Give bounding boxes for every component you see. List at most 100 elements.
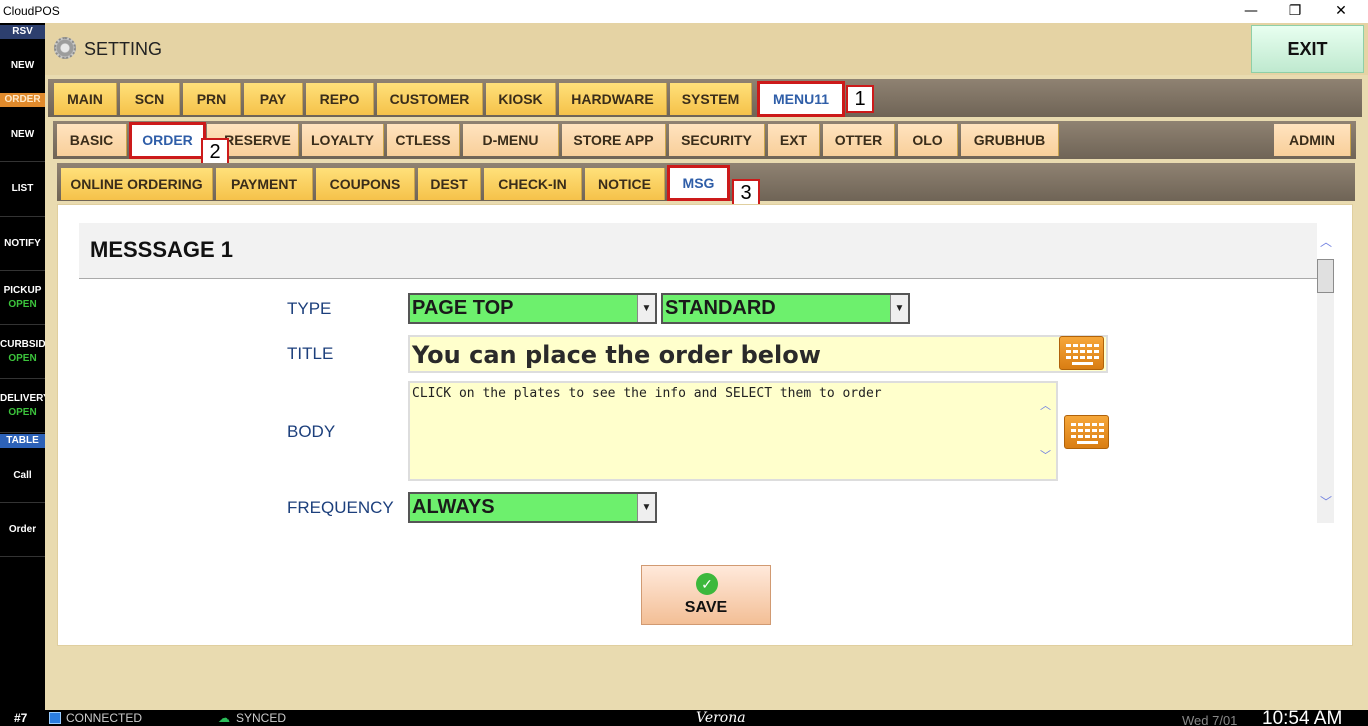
scroll-down-icon[interactable]: ﹀	[1318, 495, 1334, 509]
sidebar-item-label: Order	[8, 524, 37, 535]
tab-main[interactable]: MAIN	[54, 83, 117, 115]
scrollbar-track[interactable]	[1317, 260, 1334, 523]
tab-msg[interactable]: MSG	[667, 165, 730, 201]
sidebar-item-curbside[interactable]: CURBSID OPEN	[0, 325, 45, 379]
tab-ctless[interactable]: CTLESS	[387, 124, 460, 156]
tab-otter[interactable]: OTTER	[823, 124, 895, 156]
title-input[interactable]: You can place the order below	[408, 335, 1108, 373]
sidebar-item-label: Call	[13, 470, 32, 481]
sidebar-item-label: LIST	[11, 183, 34, 194]
network-icon	[49, 712, 61, 724]
sidebar-item-status: OPEN	[8, 407, 37, 418]
minimize-icon[interactable]: —	[1241, 2, 1261, 20]
style-select[interactable]: STANDARD ▼	[661, 293, 910, 324]
save-label: SAVE	[684, 599, 728, 616]
main-area: SETTING EXIT MAIN SCN PRN PAY REPO CUSTO…	[45, 23, 1368, 710]
save-button[interactable]: ✓ SAVE	[641, 565, 771, 625]
date-display: Wed 7/01	[1182, 713, 1238, 726]
checkmark-icon: ✓	[696, 573, 718, 595]
sidebar-item-order[interactable]: Order	[0, 503, 45, 557]
tab-menu11[interactable]: MENU11	[757, 81, 845, 117]
sidebar-item-label: NEW	[10, 60, 35, 71]
sidebar-item-order-new[interactable]: NEW	[0, 108, 45, 162]
sidebar-item-delivery[interactable]: DELIVERY OPEN	[0, 379, 45, 433]
body-label: BODY	[287, 422, 336, 441]
tab-loyalty[interactable]: LOYALTY	[302, 124, 384, 156]
tab-row-primary: MAIN SCN PRN PAY REPO CUSTOMER KIOSK HAR…	[48, 79, 1362, 117]
sidebar-item-call[interactable]: Call	[0, 449, 45, 503]
type-select[interactable]: PAGE TOP ▼	[408, 293, 657, 324]
sidebar-item-label: NEW	[10, 129, 35, 140]
setting-header: SETTING EXIT	[45, 23, 1368, 75]
app-title: CloudPOS	[3, 4, 60, 18]
frequency-select-value: ALWAYS	[412, 496, 495, 518]
tab-payment[interactable]: PAYMENT	[216, 168, 313, 200]
title-input-value: You can place the order below	[412, 341, 821, 369]
callout-3: 3	[732, 179, 760, 207]
tab-order[interactable]: ORDER	[129, 122, 206, 159]
tab-store-app[interactable]: STORE APP	[562, 124, 666, 156]
tab-kiosk[interactable]: KIOSK	[486, 83, 556, 115]
tab-ext[interactable]: EXT	[768, 124, 820, 156]
connection-status: CONNECTED	[66, 711, 143, 725]
title-label: TITLE	[287, 344, 334, 363]
tab-basic[interactable]: BASIC	[57, 124, 127, 156]
tab-repo[interactable]: REPO	[306, 83, 374, 115]
chevron-down-icon: ▼	[890, 295, 908, 322]
sync-status: SYNCED	[236, 711, 287, 725]
tab-check-in[interactable]: CHECK-IN	[484, 168, 582, 200]
keyboard-icon[interactable]	[1059, 336, 1104, 370]
sidebar-header-order: ORDER	[0, 93, 45, 107]
restore-icon[interactable]: ❐	[1285, 2, 1305, 20]
sidebar-header-table: TABLE	[0, 434, 45, 448]
tab-notice[interactable]: NOTICE	[585, 168, 665, 200]
sidebar-item-status: OPEN	[8, 353, 37, 364]
tab-coupons[interactable]: COUPONS	[316, 168, 415, 200]
body-textarea[interactable]: CLICK on the plates to see the info and …	[408, 381, 1058, 481]
tab-grubhub[interactable]: GRUBHUB	[961, 124, 1059, 156]
tab-olo[interactable]: OLO	[898, 124, 958, 156]
callout-2: 2	[201, 138, 229, 166]
callout-1: 1	[846, 85, 874, 113]
exit-button[interactable]: EXIT	[1251, 25, 1364, 73]
tab-hardware[interactable]: HARDWARE	[559, 83, 667, 115]
scroll-up-icon[interactable]: ︿	[1318, 235, 1334, 249]
tab-row-tertiary: ONLINE ORDERING PAYMENT COUPONS DEST CHE…	[57, 163, 1355, 207]
cloud-icon: ☁	[218, 711, 230, 725]
sidebar-item-notify[interactable]: NOTIFY	[0, 217, 45, 271]
sidebar: RSV NEW ORDER NEW LIST NOTIFY PICKUP OPE…	[0, 23, 45, 710]
chevron-up-icon[interactable]: ︿	[1040, 397, 1051, 413]
close-icon[interactable]: ✕	[1331, 2, 1351, 20]
tab-security[interactable]: SECURITY	[669, 124, 765, 156]
sidebar-item-pickup[interactable]: PICKUP OPEN	[0, 271, 45, 325]
scrollbar-thumb[interactable]	[1317, 259, 1334, 293]
tab-scn[interactable]: SCN	[120, 83, 180, 115]
tab-dest[interactable]: DEST	[418, 168, 481, 200]
sidebar-item-label: NOTIFY	[4, 238, 41, 249]
chevron-down-icon: ▼	[637, 494, 655, 521]
sidebar-item-status: OPEN	[8, 299, 37, 310]
tab-system[interactable]: SYSTEM	[670, 83, 752, 115]
tab-pay[interactable]: PAY	[244, 83, 303, 115]
keyboard-icon[interactable]	[1064, 415, 1109, 449]
type-select-value: PAGE TOP	[412, 297, 514, 319]
style-select-value: STANDARD	[665, 297, 776, 319]
type-label: TYPE	[287, 299, 332, 318]
gear-icon	[54, 37, 76, 59]
section-header: MESSSAGE 1	[79, 223, 1317, 279]
tab-customer[interactable]: CUSTOMER	[377, 83, 483, 115]
tab-d-menu[interactable]: D-MENU	[463, 124, 559, 156]
tab-admin[interactable]: ADMIN	[1274, 124, 1351, 156]
app-window: CloudPOS — ❐ ✕ RSV NEW ORDER NEW LIST NO…	[0, 0, 1368, 726]
sidebar-item-rsv-new[interactable]: NEW	[0, 40, 45, 94]
store-name: Verona	[696, 710, 746, 726]
frequency-label: FREQUENCY	[287, 498, 394, 517]
sidebar-item-label: CURBSID	[0, 339, 45, 350]
tab-row-secondary: BASIC ORDER RESERVE LOYALTY CTLESS D-MEN…	[53, 121, 1356, 166]
tab-online-ordering[interactable]: ONLINE ORDERING	[61, 168, 213, 200]
chevron-down-icon[interactable]: ﹀	[1040, 447, 1051, 463]
tab-prn[interactable]: PRN	[183, 83, 241, 115]
frequency-select[interactable]: ALWAYS ▼	[408, 492, 657, 523]
sidebar-item-label: DELIVERY	[0, 393, 45, 404]
sidebar-item-list[interactable]: LIST	[0, 163, 45, 217]
